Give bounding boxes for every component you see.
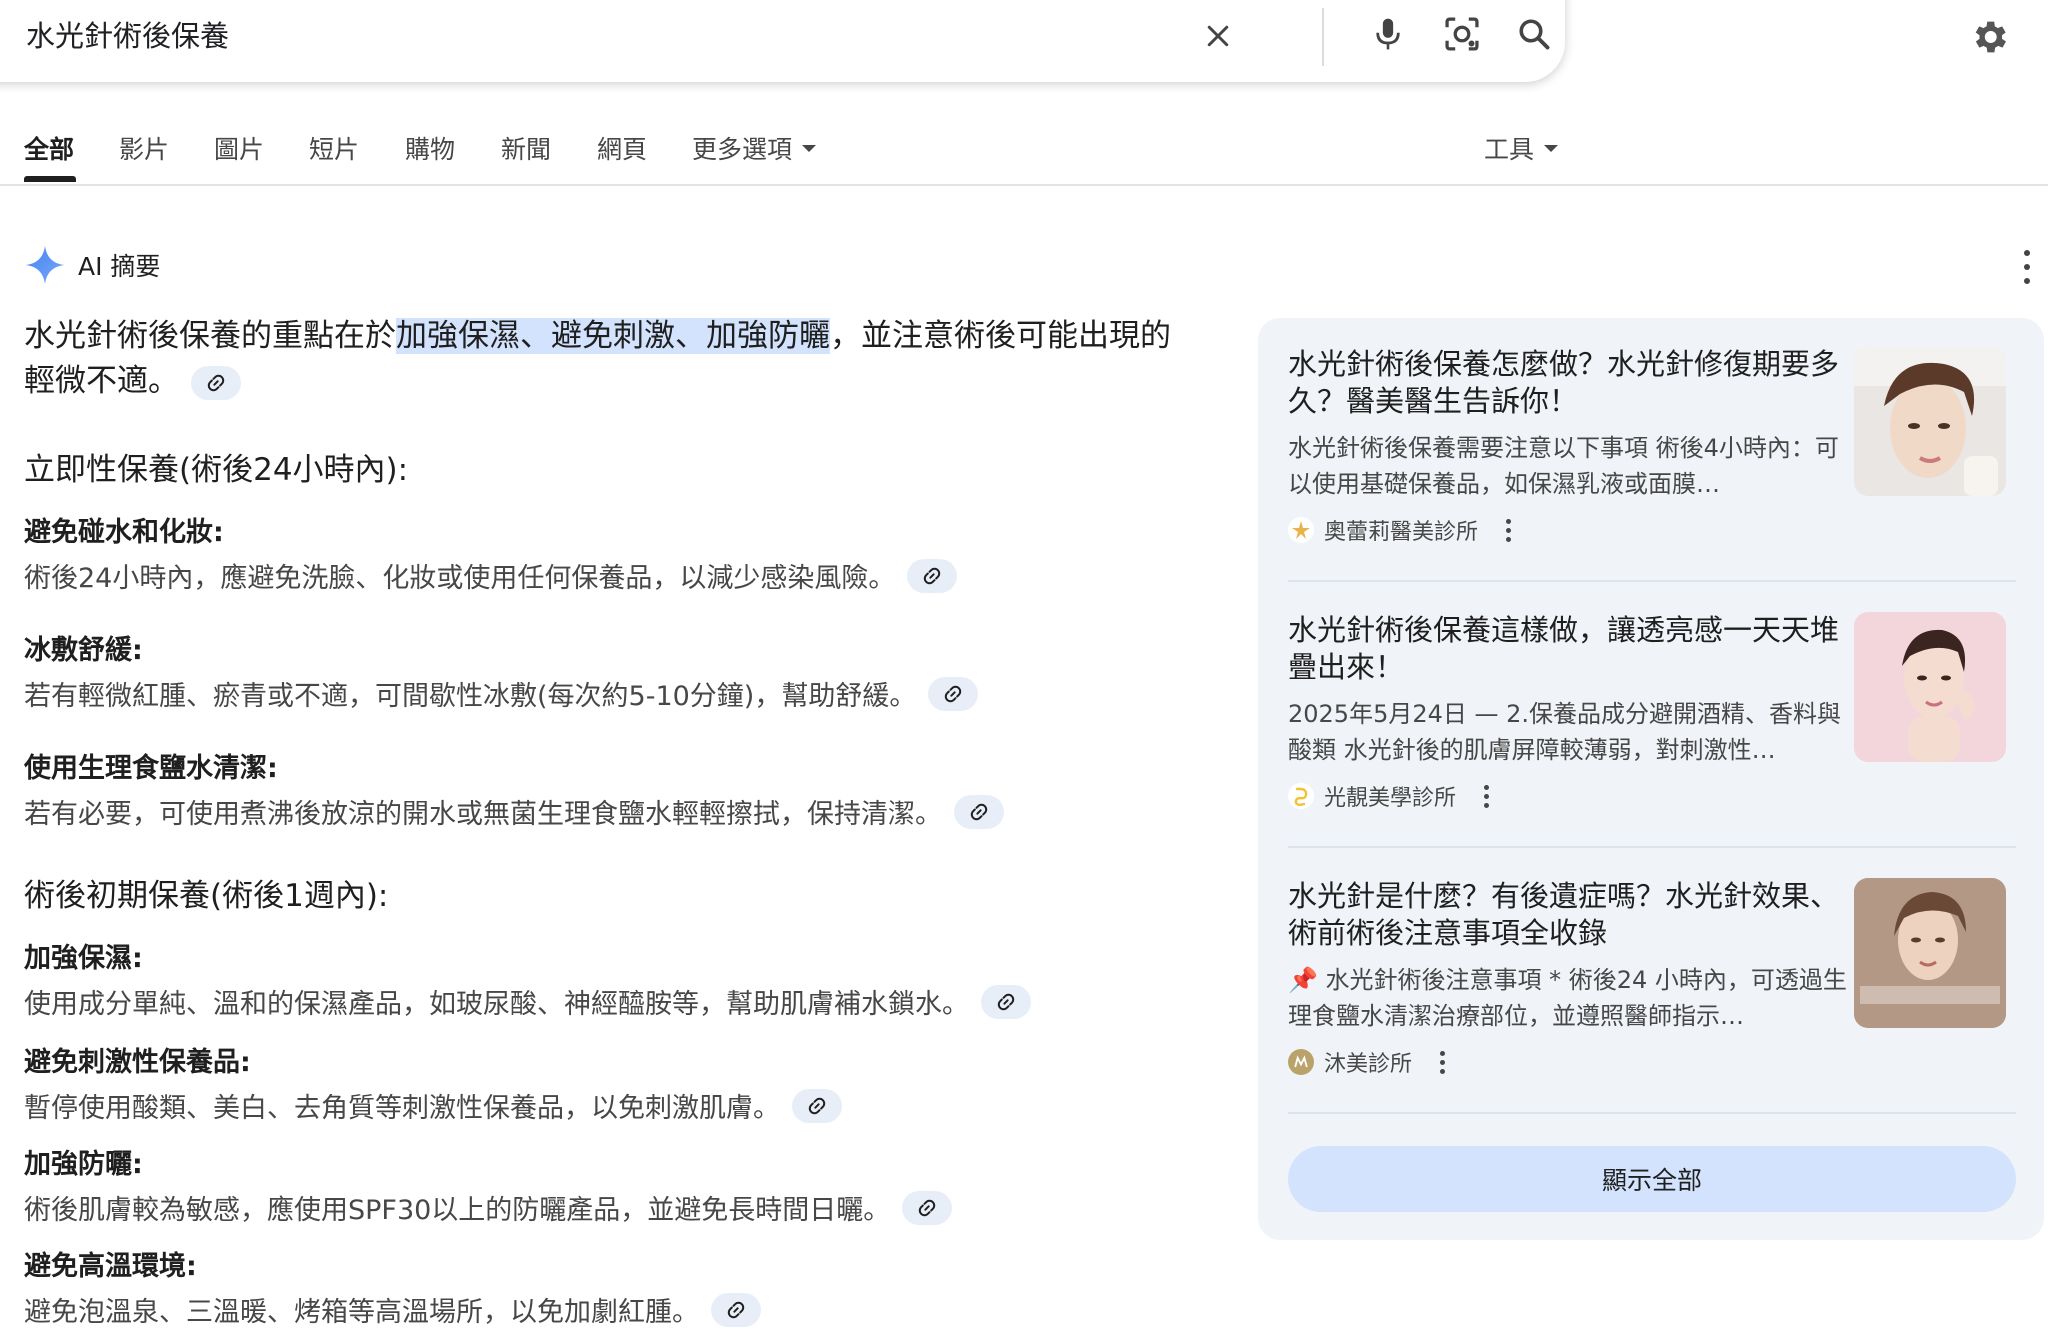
card-divider <box>1288 580 2016 582</box>
source-card-snippet: 📌 水光針術後注意事項 * 術後24 小時內，可透過生理食鹽水清潔治療部位，並遵… <box>1288 966 1847 1030</box>
show-all-button[interactable]: 顯示全部 <box>1288 1146 2016 1212</box>
chevron-down-icon <box>1544 144 1559 152</box>
item-text-content: 術後24小時內，應避免洗臉、化妝或使用任何保養品，以減少感染風險。 <box>24 563 896 594</box>
item-title: 加強保濕: <box>24 943 143 974</box>
tab-label: 影片 <box>119 135 170 164</box>
tools-label: 工具 <box>1484 135 1535 164</box>
search-tabs: 全部 影片 圖片 短片 購物 新聞 網頁 更多選項 工具 <box>0 118 2048 186</box>
source-card-source: 光靚美學診所 <box>1288 780 1490 812</box>
item-title: 加強防曬: <box>24 1149 143 1180</box>
link-icon[interactable] <box>902 1190 953 1225</box>
source-card-thumbnail[interactable] <box>1854 612 2006 762</box>
chevron-down-icon <box>802 144 817 152</box>
tools-button[interactable]: 工具 <box>1484 130 1559 166</box>
tab-news[interactable]: 新聞 <box>501 130 551 166</box>
ai-overview-header: AI 摘要 <box>24 244 160 286</box>
source-name: 奧蕾莉醫美診所 <box>1324 520 1479 545</box>
site-favicon-icon <box>1288 1049 1314 1075</box>
sparkle-icon <box>25 245 65 285</box>
site-favicon-icon <box>1288 517 1314 543</box>
more-options-icon[interactable] <box>1484 784 1490 808</box>
tab-web[interactable]: 網頁 <box>597 130 647 166</box>
link-icon[interactable] <box>954 794 1004 829</box>
search-bar: 水光針術後保養 <box>0 0 1565 82</box>
active-tab-indicator <box>24 176 76 182</box>
section-heading: 立即性保養(術後24小時內): <box>24 452 409 488</box>
tab-shorts[interactable]: 短片 <box>309 130 359 166</box>
source-card-title[interactable]: 水光針術後保養怎麼做？水光針修復期要多久？醫美醫生告訴你！ <box>1288 346 1848 420</box>
source-card-source: 沐美診所 <box>1288 1046 1446 1078</box>
tab-label: 購物 <box>405 135 456 164</box>
link-icon[interactable] <box>907 558 958 593</box>
tab-more-options[interactable]: 更多選項 <box>692 130 817 166</box>
item-title: 避免碰水和化妝: <box>24 517 224 548</box>
ai-overview-intro: 水光針術後保養的重點在於加強保濕、避免刺激、加強防曬，並注意術後可能出現的輕微不… <box>24 314 1184 404</box>
source-card-title[interactable]: 水光針是什麼？有後遺症嗎？水光針效果、術前術後注意事項全收錄 <box>1288 878 1848 952</box>
item-text: 術後肌膚較為敏感，應使用SPF30以上的防曬產品，並避免長時間日曬。 <box>24 1188 953 1227</box>
close-icon[interactable] <box>1196 14 1240 58</box>
source-card[interactable]: 水光針是什麼？有後遺症嗎？水光針效果、術前術後注意事項全收錄 📌 水光針術後注意… <box>1288 878 2016 1118</box>
item-title: 避免刺激性保養品: <box>24 1047 251 1078</box>
tab-videos[interactable]: 影片 <box>119 130 169 166</box>
item-text-content: 若有必要，可使用煮沸後放涼的開水或無菌生理食鹽水輕輕擦拭，保持清潔。 <box>24 799 942 830</box>
tab-label: 網頁 <box>597 135 648 164</box>
item-text: 若有必要，可使用煮沸後放涼的開水或無菌生理食鹽水輕輕擦拭，保持清潔。 <box>24 792 1004 831</box>
lens-icon[interactable] <box>1440 12 1484 56</box>
source-name: 光靚美學診所 <box>1324 786 1457 811</box>
more-options-icon[interactable] <box>1440 1050 1446 1074</box>
search-divider <box>1322 8 1324 66</box>
source-card-title[interactable]: 水光針術後保養這樣做，讓透亮感一天天堆疊出來！ <box>1288 612 1848 686</box>
ai-overview-label: AI 摘要 <box>78 252 161 281</box>
tabs-divider <box>0 184 2048 186</box>
item-title: 避免高溫環境: <box>24 1251 197 1282</box>
source-name: 沐美診所 <box>1324 1052 1413 1077</box>
tab-label: 更多選項 <box>692 135 793 164</box>
tab-label: 全部 <box>24 135 75 164</box>
item-title: 冰敷舒緩: <box>24 635 143 666</box>
item-title: 使用生理食鹽水清潔: <box>24 753 278 784</box>
source-card-snippet: 水光針術後保養需要注意以下事項 術後4小時內：可以使用基礎保養品，如保濕乳液或面… <box>1288 434 1839 498</box>
tab-label: 短片 <box>309 135 360 164</box>
show-all-label: 顯示全部 <box>1601 1166 1702 1195</box>
item-text: 術後24小時內，應避免洗臉、化妝或使用任何保養品，以減少感染風險。 <box>24 556 958 595</box>
sources-panel: 水光針術後保養怎麼做？水光針修復期要多久？醫美醫生告訴你！ 水光針術後保養需要注… <box>1258 318 2044 1240</box>
more-options-icon[interactable] <box>2014 250 2040 284</box>
tab-shopping[interactable]: 購物 <box>405 130 455 166</box>
source-card-source: 奧蕾莉醫美診所 <box>1288 514 1512 546</box>
intro-text: 水光針術後保養的重點在於 <box>24 318 396 354</box>
tab-label: 新聞 <box>501 135 552 164</box>
source-card[interactable]: 水光針術後保養這樣做，讓透亮感一天天堆疊出來！ 2025年5月24日 — 2.保… <box>1288 612 2016 852</box>
search-input[interactable]: 水光針術後保養 <box>26 16 229 56</box>
tab-images[interactable]: 圖片 <box>214 130 264 166</box>
item-text: 避免泡溫泉、三溫暖、烤箱等高溫場所，以免加劇紅腫。 <box>24 1290 761 1329</box>
tab-all[interactable]: 全部 <box>24 130 74 166</box>
tab-label: 圖片 <box>214 135 265 164</box>
link-icon[interactable] <box>981 984 1031 1019</box>
intro-highlight: 加強保濕、避免刺激、加強防曬 <box>396 318 830 354</box>
item-text: 若有輕微紅腫、瘀青或不適，可間歇性冰敷(每次約5-10分鐘)，幫助舒緩。 <box>24 674 979 713</box>
source-card-thumbnail[interactable] <box>1854 346 2006 496</box>
link-icon[interactable] <box>711 1292 761 1327</box>
card-divider <box>1288 846 2016 848</box>
item-text-content: 避免泡溫泉、三溫暖、烤箱等高溫場所，以免加劇紅腫。 <box>24 1297 699 1328</box>
more-options-icon[interactable] <box>1506 518 1512 542</box>
item-text: 暫停使用酸類、美白、去角質等刺激性保養品，以免刺激肌膚。 <box>24 1086 842 1125</box>
item-text: 使用成分單純、溫和的保濕產品，如玻尿酸、神經醯胺等，幫助肌膚補水鎖水。 <box>24 982 1031 1021</box>
item-text-content: 暫停使用酸類、美白、去角質等刺激性保養品，以免刺激肌膚。 <box>24 1093 780 1124</box>
gear-icon[interactable] <box>1966 14 2012 60</box>
site-favicon-icon <box>1288 783 1314 809</box>
link-icon[interactable] <box>928 676 979 711</box>
source-card[interactable]: 水光針術後保養怎麼做？水光針修復期要多久？醫美醫生告訴你！ 水光針術後保養需要注… <box>1288 346 2016 586</box>
section-heading: 術後初期保養(術後1週內): <box>24 878 389 914</box>
source-card-thumbnail[interactable] <box>1854 878 2006 1028</box>
link-icon[interactable] <box>792 1088 842 1123</box>
item-text-content: 使用成分單純、溫和的保濕產品，如玻尿酸、神經醯胺等，幫助肌膚補水鎖水。 <box>24 989 969 1020</box>
source-card-snippet: 2025年5月24日 — 2.保養品成分避開酒精、香料與酸類 水光針後的肌膚屏障… <box>1288 700 1842 764</box>
link-icon[interactable] <box>191 365 241 400</box>
search-icon[interactable] <box>1512 12 1556 56</box>
card-divider <box>1288 1112 2016 1114</box>
item-text-content: 若有輕微紅腫、瘀青或不適，可間歇性冰敷(每次約5-10分鐘)，幫助舒緩。 <box>24 681 917 712</box>
mic-icon[interactable] <box>1366 12 1410 56</box>
item-text-content: 術後肌膚較為敏感，應使用SPF30以上的防曬產品，並避免長時間日曬。 <box>24 1195 891 1226</box>
